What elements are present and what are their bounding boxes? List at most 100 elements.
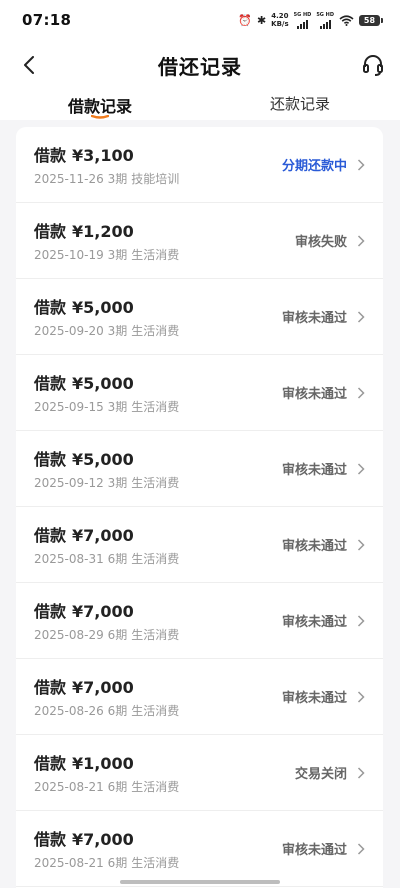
record-status: 审核未通过 xyxy=(281,387,347,402)
record-term: 3期 xyxy=(107,248,128,262)
network-speed: 4.20 KB/s xyxy=(271,12,288,28)
tab-repay-records[interactable]: 还款记录 xyxy=(200,90,400,120)
record-date: 2025-08-29 xyxy=(34,628,104,642)
record-date: 2025-11-26 xyxy=(34,172,104,186)
record-term: 6期 xyxy=(107,780,128,794)
battery-icon: 58 xyxy=(359,14,383,26)
record-item[interactable]: 借款 ¥7,000 2025-08-31 6期 生活消费 审核未通过 xyxy=(16,507,383,583)
status-time: 07:18 xyxy=(22,11,72,29)
record-status: 交易关闭 xyxy=(294,767,347,782)
record-purpose: 生活消费 xyxy=(131,476,180,490)
record-purpose: 生活消费 xyxy=(131,552,180,566)
record-label: 借款 xyxy=(34,146,67,165)
record-amount: ¥7,000 xyxy=(72,678,134,697)
record-amount: ¥7,000 xyxy=(72,602,134,621)
record-purpose: 生活消费 xyxy=(131,324,180,338)
record-item[interactable]: 借款 ¥5,000 2025-09-15 3期 生活消费 审核未通过 xyxy=(16,355,383,431)
record-item[interactable]: 借款 ¥5,000 2025-09-20 3期 生活消费 审核未通过 xyxy=(16,279,383,355)
record-label: 借款 xyxy=(34,374,67,393)
wifi-icon xyxy=(339,14,354,26)
active-tab-indicator xyxy=(91,115,109,119)
record-date: 2025-09-20 xyxy=(34,324,104,338)
record-status: 审核失败 xyxy=(294,235,347,250)
record-item[interactable]: 借款 ¥7,000 2025-08-21 6期 生活消费 审核未通过 xyxy=(16,811,383,887)
record-label: 借款 xyxy=(34,678,67,697)
chevron-left-icon xyxy=(24,56,34,74)
record-term: 3期 xyxy=(107,172,128,186)
record-purpose: 生活消费 xyxy=(131,400,180,414)
record-status: 审核未通过 xyxy=(281,539,347,554)
record-purpose: 生活消费 xyxy=(131,248,180,262)
page-title: 借还记录 xyxy=(158,54,242,79)
record-amount: ¥1,200 xyxy=(72,222,134,241)
chevron-right-icon xyxy=(357,386,365,399)
record-purpose: 生活消费 xyxy=(131,856,180,870)
record-amount: ¥3,100 xyxy=(72,146,134,165)
chevron-right-icon xyxy=(357,842,365,855)
record-amount: ¥5,000 xyxy=(72,374,134,393)
record-item[interactable]: 借款 ¥7,000 2025-08-26 6期 生活消费 审核未通过 xyxy=(16,659,383,735)
chevron-right-icon xyxy=(357,158,365,171)
signal-bars-icon xyxy=(319,18,331,29)
record-label: 借款 xyxy=(34,830,67,849)
record-amount: ¥1,000 xyxy=(72,754,134,773)
record-label: 借款 xyxy=(34,754,67,773)
record-status: 审核未通过 xyxy=(281,843,347,858)
record-item[interactable]: 借款 ¥3,100 2025-11-26 3期 技能培训 分期还款中 xyxy=(16,127,383,203)
record-term: 6期 xyxy=(107,628,128,642)
home-indicator[interactable] xyxy=(120,880,280,884)
chevron-right-icon xyxy=(357,462,365,475)
chevron-right-icon xyxy=(357,690,365,703)
record-date: 2025-08-31 xyxy=(34,552,104,566)
chevron-right-icon xyxy=(357,766,365,779)
record-label: 借款 xyxy=(34,222,67,241)
record-item[interactable]: 借款 ¥7,000 2025-08-29 6期 生活消费 审核未通过 xyxy=(16,583,383,659)
record-term: 6期 xyxy=(107,704,128,718)
record-label: 借款 xyxy=(34,602,67,621)
record-purpose: 生活消费 xyxy=(131,628,180,642)
record-term: 3期 xyxy=(107,476,128,490)
chevron-right-icon xyxy=(357,234,365,247)
record-item[interactable]: 借款 ¥5,000 2025-09-12 3期 生活消费 审核未通过 xyxy=(16,431,383,507)
record-date: 2025-08-21 xyxy=(34,780,104,794)
record-amount: ¥5,000 xyxy=(72,298,134,317)
tab-borrow-records[interactable]: 借款记录 xyxy=(0,90,200,120)
record-status: 审核未通过 xyxy=(281,615,347,630)
customer-service-button[interactable] xyxy=(358,50,388,80)
back-button[interactable] xyxy=(16,52,42,78)
alarm-icon: ⏰ xyxy=(238,13,252,27)
record-status: 审核未通过 xyxy=(281,463,347,478)
record-status: 分期还款中 xyxy=(281,159,347,174)
network-speed-value: 4.20 xyxy=(271,12,289,20)
signal-sim2: 5G HD xyxy=(316,12,334,29)
chevron-right-icon xyxy=(357,538,365,551)
record-status: 审核未通过 xyxy=(281,691,347,706)
chevron-right-icon xyxy=(357,310,365,323)
bluetooth-icon: ✱ xyxy=(256,13,267,27)
record-date: 2025-08-21 xyxy=(34,856,104,870)
record-label: 借款 xyxy=(34,526,67,545)
record-term: 6期 xyxy=(107,552,128,566)
record-item[interactable]: 借款 ¥1,200 2025-10-19 3期 生活消费 审核失败 xyxy=(16,203,383,279)
network-speed-unit: KB/s xyxy=(271,20,289,28)
record-purpose: 生活消费 xyxy=(131,704,180,718)
record-label: 借款 xyxy=(34,450,67,469)
record-purpose: 生活消费 xyxy=(131,780,180,794)
record-date: 2025-08-26 xyxy=(34,704,104,718)
headset-icon xyxy=(363,55,383,76)
record-term: 3期 xyxy=(107,400,128,414)
record-label: 借款 xyxy=(34,298,67,317)
record-date: 2025-09-15 xyxy=(34,400,104,414)
record-term: 3期 xyxy=(107,324,128,338)
tab-label: 还款记录 xyxy=(269,95,330,113)
nav-header: 借还记录 xyxy=(0,40,400,90)
status-icons: ⏰ ✱ 4.20 KB/s 5G HD 5G HD 58 xyxy=(238,12,383,29)
record-amount: ¥5,000 xyxy=(72,450,134,469)
record-purpose: 技能培训 xyxy=(131,172,180,186)
borrow-records-list: 借款 ¥3,100 2025-11-26 3期 技能培训 分期还款中 借款 ¥1,20… xyxy=(16,127,383,888)
record-item[interactable]: 借款 ¥1,000 2025-08-21 6期 生活消费 交易关闭 xyxy=(16,735,383,811)
signal-bars-icon xyxy=(296,18,308,29)
record-date: 2025-09-12 xyxy=(34,476,104,490)
status-bar: 07:18 ⏰ ✱ 4.20 KB/s 5G HD 5G HD 58 xyxy=(0,0,400,40)
record-date: 2025-10-19 xyxy=(34,248,104,262)
